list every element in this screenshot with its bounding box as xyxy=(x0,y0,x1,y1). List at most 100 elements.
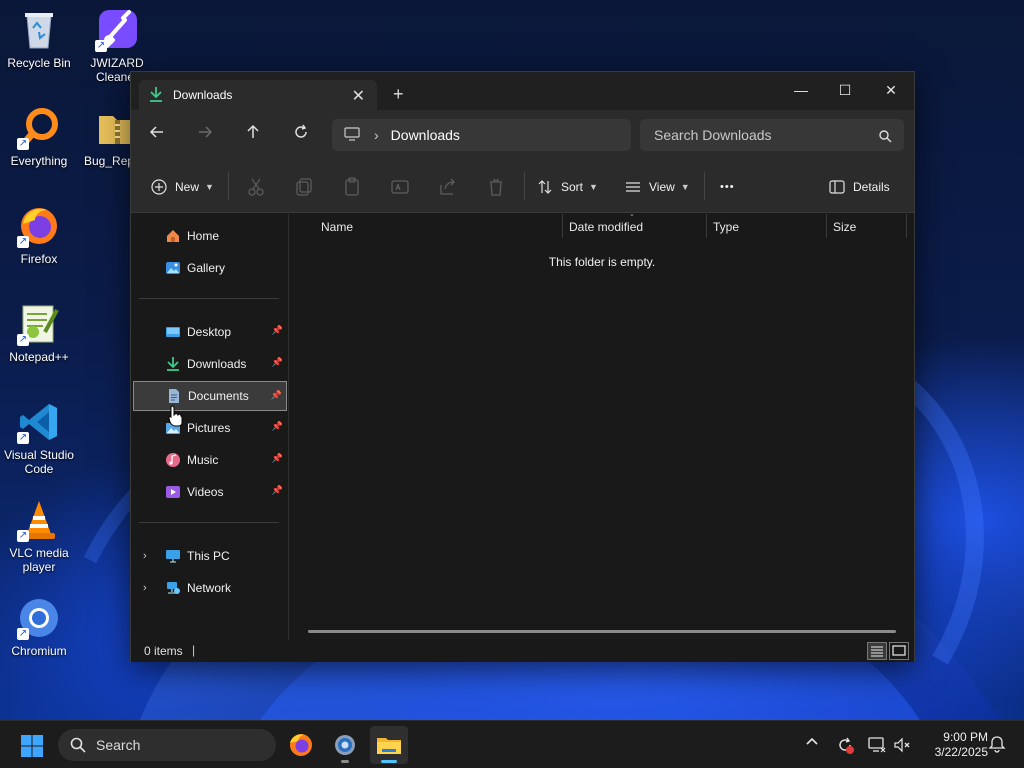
sort-button[interactable]: Sort ▼ xyxy=(537,177,598,197)
sidebar-item-home[interactable]: Home xyxy=(133,221,287,251)
share-icon[interactable] xyxy=(437,176,459,198)
hand-cursor-icon xyxy=(168,405,183,427)
sidebar-item-this-pc[interactable]: › This PC xyxy=(133,541,287,571)
forward-button[interactable] xyxy=(193,124,217,148)
videos-folder-icon xyxy=(166,486,180,498)
system-clock[interactable]: 9:00 PM 3/22/2025 xyxy=(918,730,988,760)
sidebar-item-documents[interactable]: Documents 📌 xyxy=(133,381,287,411)
desktop-icon-label: Visual Studio Code xyxy=(4,448,74,476)
more-options-button[interactable]: ••• xyxy=(720,177,735,197)
status-divider: | xyxy=(192,643,196,657)
cut-icon[interactable] xyxy=(245,176,267,198)
vlc-icon: ↗ xyxy=(17,498,61,542)
pin-icon[interactable]: 📌 xyxy=(271,390,282,401)
chevron-down-icon: ▼ xyxy=(680,182,690,192)
firefox-icon xyxy=(290,734,312,756)
column-divider[interactable] xyxy=(562,214,563,238)
clock-date: 3/22/2025 xyxy=(934,745,988,759)
column-divider[interactable] xyxy=(906,214,907,238)
view-button[interactable]: View ▼ xyxy=(625,177,690,197)
shortcut-arrow-icon: ↗ xyxy=(17,236,29,248)
tiles-view-button[interactable] xyxy=(889,642,909,660)
chromium-icon: ↗ xyxy=(17,596,61,640)
notifications-button[interactable] xyxy=(987,735,1007,755)
refresh-icon xyxy=(295,124,307,138)
paste-icon[interactable] xyxy=(341,176,363,198)
close-window-button[interactable]: ✕ xyxy=(869,76,913,104)
update-status-button[interactable] xyxy=(835,735,855,755)
desktop-icon-notepadpp[interactable]: ↗ Notepad++ xyxy=(0,302,78,364)
address-bar[interactable]: › Downloads xyxy=(332,119,631,151)
tab-downloads[interactable]: Downloads ✕ xyxy=(139,80,377,110)
chevron-down-icon: ▼ xyxy=(205,182,214,192)
rename-icon[interactable] xyxy=(389,176,411,198)
empty-folder-message: This folder is empty. xyxy=(548,255,656,269)
details-pane-icon xyxy=(829,180,845,194)
file-list[interactable]: Name ⌄ Date modified Type Size This fold… xyxy=(290,211,914,640)
sidebar-item-music[interactable]: Music 📌 xyxy=(133,445,287,475)
desktop-icon-label: Notepad++ xyxy=(9,350,69,364)
start-button[interactable] xyxy=(20,734,44,758)
details-pane-button[interactable]: Details xyxy=(829,177,890,197)
sidebar-item-network[interactable]: › Network xyxy=(133,573,287,603)
desktop-icon-recycle-bin[interactable]: Recycle Bin xyxy=(0,8,78,70)
this-pc-icon xyxy=(166,550,180,563)
copy-icon[interactable] xyxy=(293,176,315,198)
taskbar: Search 9:00 PM 3/22/2025 xyxy=(0,720,1024,768)
volume-button[interactable] xyxy=(893,735,913,755)
chevron-right-icon[interactable]: › xyxy=(374,127,379,143)
chevron-right-icon[interactable]: › xyxy=(143,582,147,594)
delete-icon[interactable] xyxy=(485,176,507,198)
plus-circle-icon xyxy=(151,179,167,195)
back-button[interactable] xyxy=(145,124,169,148)
pin-icon[interactable]: 📌 xyxy=(272,485,283,496)
desktop-icon-chromium[interactable]: ↗ Chromium xyxy=(0,596,78,658)
column-header-date-modified[interactable]: Date modified xyxy=(569,220,643,234)
column-divider[interactable] xyxy=(706,214,707,238)
breadcrumb-downloads[interactable]: Downloads xyxy=(391,127,460,143)
refresh-button[interactable] xyxy=(289,124,313,148)
desktop-icon-vlc[interactable]: ↗ VLC media player xyxy=(0,498,78,574)
taskbar-file-explorer[interactable] xyxy=(370,726,408,764)
title-bar[interactable]: Downloads ✕ + — ☐ ✕ xyxy=(131,72,914,110)
view-list-icon xyxy=(626,182,640,192)
close-tab-button[interactable]: ✕ xyxy=(352,86,365,106)
taskbar-search-box[interactable]: Search xyxy=(58,729,276,761)
file-explorer-window[interactable]: Downloads ✕ + — ☐ ✕ › Downloads Search D… xyxy=(130,71,915,662)
chevron-right-icon[interactable]: › xyxy=(143,550,147,562)
desktop-folder-icon xyxy=(166,327,180,337)
pin-icon[interactable]: 📌 xyxy=(272,325,283,336)
column-header-type[interactable]: Type xyxy=(713,220,739,234)
column-header-name[interactable]: Name xyxy=(321,220,353,234)
desktop-icon-vscode[interactable]: ↗ Visual Studio Code xyxy=(0,400,78,476)
up-button[interactable] xyxy=(241,124,265,148)
pin-icon[interactable]: 📌 xyxy=(272,357,283,368)
show-hidden-icons-button[interactable] xyxy=(802,735,822,755)
horizontal-scrollbar[interactable] xyxy=(308,630,896,633)
sidebar-item-label: Videos xyxy=(187,485,224,499)
maximize-button[interactable]: ☐ xyxy=(823,76,867,104)
desktop-icon-everything[interactable]: ↗ Everything xyxy=(0,106,78,168)
sidebar-item-downloads[interactable]: Downloads 📌 xyxy=(133,349,287,379)
details-view-button[interactable] xyxy=(867,642,887,660)
taskbar-firefox[interactable] xyxy=(282,726,320,764)
column-divider[interactable] xyxy=(826,214,827,238)
search-input[interactable]: Search Downloads xyxy=(640,119,904,151)
pin-icon[interactable]: 📌 xyxy=(272,453,283,464)
desktop-icon-firefox[interactable]: ↗ Firefox xyxy=(0,204,78,266)
network-status-button[interactable] xyxy=(867,735,887,755)
sidebar-item-gallery[interactable]: Gallery xyxy=(133,253,287,283)
sidebar-item-videos[interactable]: Videos 📌 xyxy=(133,477,287,507)
sidebar-item-desktop[interactable]: Desktop 📌 xyxy=(133,317,287,347)
column-header-size[interactable]: Size xyxy=(833,220,856,234)
new-tab-button[interactable]: + xyxy=(393,84,404,105)
sidebar-item-pictures[interactable]: Pictures 📌 xyxy=(133,413,287,443)
running-indicator xyxy=(341,760,349,763)
taskbar-settings[interactable] xyxy=(326,726,364,764)
minimize-button[interactable]: — xyxy=(779,76,823,104)
new-button[interactable]: New ▼ xyxy=(151,177,214,197)
pin-icon[interactable]: 📌 xyxy=(272,421,283,432)
network-icon xyxy=(167,582,180,594)
desktop-icon-label: Recycle Bin xyxy=(7,56,71,70)
monitor-icon xyxy=(344,126,360,144)
